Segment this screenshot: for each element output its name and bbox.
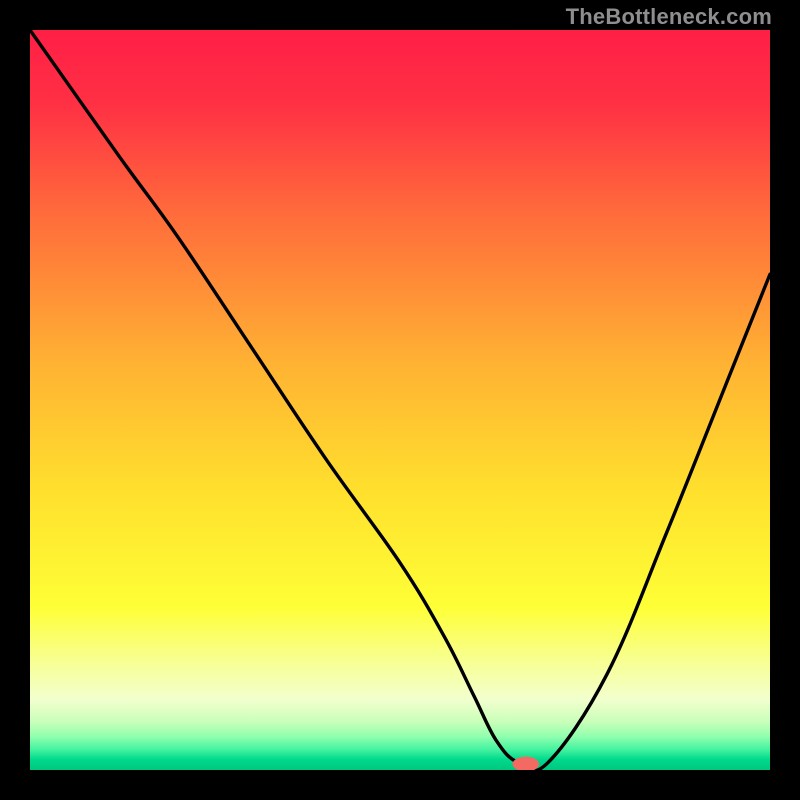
watermark-label: TheBottleneck.com xyxy=(566,4,772,30)
gradient-background xyxy=(30,30,770,770)
bottleneck-chart xyxy=(30,30,770,770)
chart-frame: TheBottleneck.com xyxy=(0,0,800,800)
plot-area xyxy=(30,30,770,770)
